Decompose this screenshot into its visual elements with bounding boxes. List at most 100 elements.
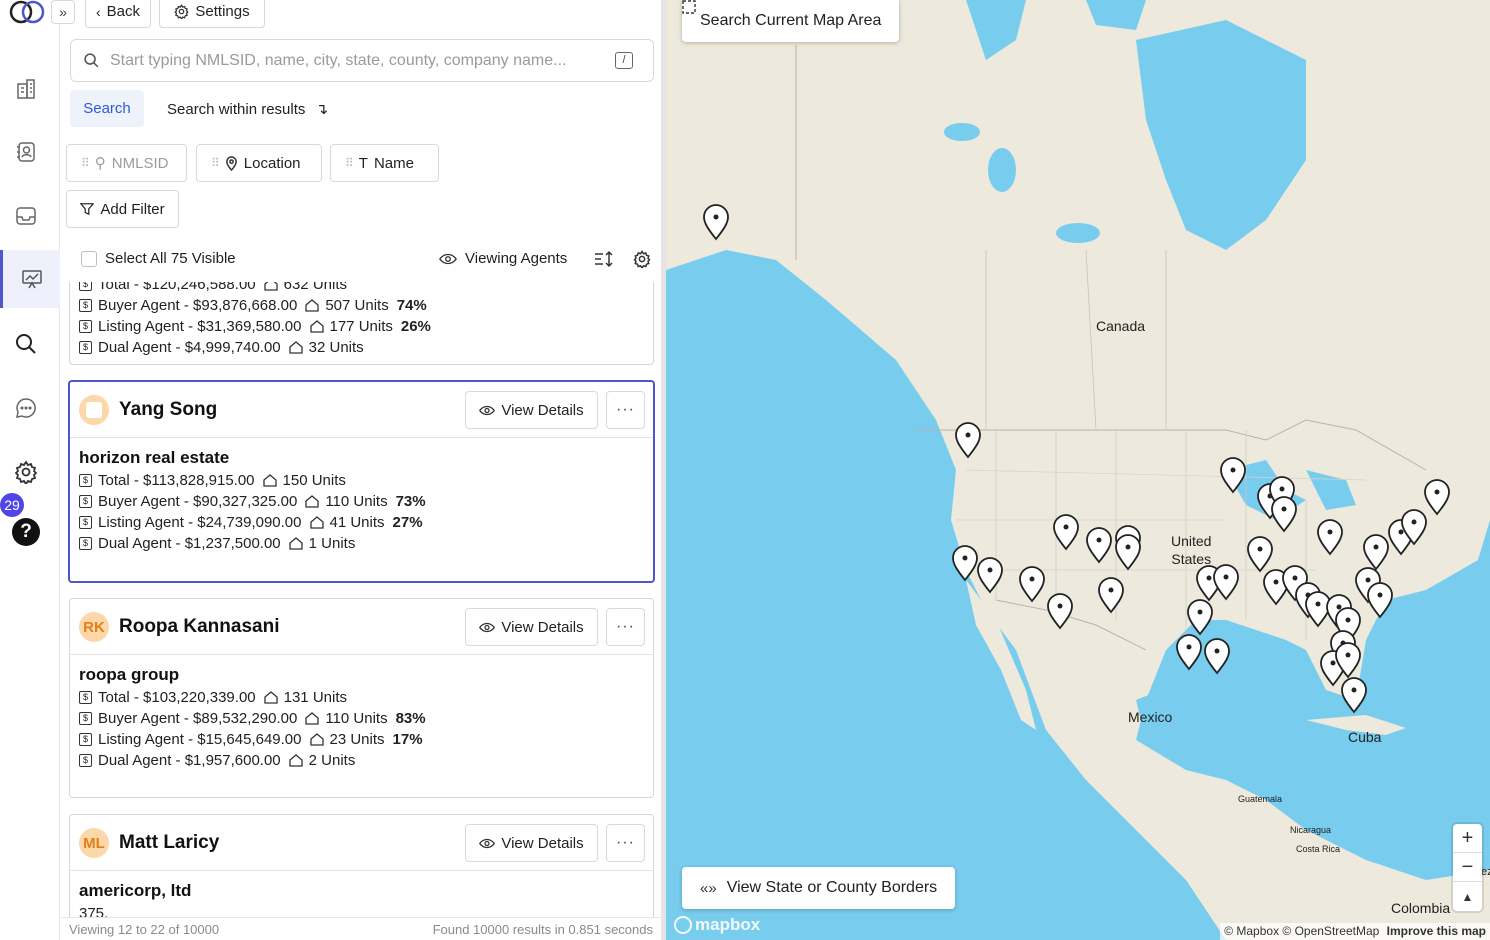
map-label-united-states: United States [1171, 532, 1211, 568]
company-name: americorp, ltd [79, 881, 192, 900]
chevron-left-icon: ‹ [95, 3, 101, 20]
ellipsis-icon: ··· [616, 834, 635, 851]
agent-card-header: RK Roopa Kannasani View Details ··· [70, 599, 653, 655]
view-details-button[interactable]: View Details [465, 608, 598, 646]
chat-icon[interactable] [10, 392, 42, 424]
results-panel: » ‹ Back Settings / Search Search within… [51, 0, 661, 940]
more-options-button[interactable]: ··· [606, 608, 645, 646]
select-all-checkbox[interactable] [81, 250, 97, 267]
filter-chip-name[interactable]: ⠿ T Name [330, 144, 439, 182]
view-details-button[interactable]: View Details [465, 391, 598, 429]
agent-card[interactable]: ML Matt Laricy View Details ··· americor… [69, 814, 654, 917]
stat-label: Dual Agent - $1,237,500.00 [98, 535, 281, 552]
stat-percent: 74% [396, 297, 427, 314]
house-icon [305, 299, 319, 312]
avatar [79, 395, 109, 425]
map-view[interactable]: Search Current Map Area Canada United St… [666, 0, 1490, 940]
house-icon [263, 691, 278, 704]
view-details-button[interactable]: View Details [465, 824, 598, 862]
avatar: RK [79, 612, 109, 642]
settings-button[interactable]: Settings [159, 0, 265, 28]
contacts-icon[interactable] [10, 136, 42, 168]
inbox-icon[interactable] [10, 200, 42, 232]
map-label-colombia: Colombia [1391, 900, 1451, 916]
dollar-icon: $ [79, 712, 92, 725]
more-options-button[interactable]: ··· [606, 824, 645, 862]
search-area-label: Search Current Map Area [700, 12, 882, 29]
search-current-map-area-button[interactable]: Search Current Map Area [682, 0, 900, 42]
agent-name[interactable]: Yang Song [119, 399, 217, 421]
drag-handle-icon[interactable]: ⠿ [81, 156, 90, 170]
analytics-nav-icon[interactable] [0, 250, 60, 308]
agent-card-header: ML Matt Laricy View Details ··· [70, 815, 653, 871]
stat-units: 110 Units [325, 710, 388, 727]
map-label-line: States [1171, 551, 1212, 567]
settings-label: Settings [195, 3, 250, 20]
stat-units: 507 Units [325, 297, 389, 314]
stat-label: Total - $113,828,915.00 [98, 472, 255, 489]
map-label-guatemala: Guatemala [1238, 794, 1283, 804]
search-button[interactable]: Search [70, 90, 144, 127]
corner-arrow-icon: ↴ [315, 101, 329, 118]
view-details-label: View Details [501, 834, 584, 852]
drag-handle-icon[interactable]: ⠿ [211, 156, 220, 170]
double-chevron-right-icon: » [59, 4, 67, 20]
mapbox-logo-text: mapbox [695, 915, 761, 934]
view-borders-button[interactable]: «» View State or County Borders [682, 867, 956, 909]
map-label-cuba: Cuba [1348, 729, 1382, 745]
more-options-button[interactable]: ··· [606, 391, 645, 429]
improve-map-link[interactable]: Improve this map [1387, 924, 1486, 938]
filter-chip-nmlsid[interactable]: ⠿ ⚲ NMLSID [66, 144, 187, 182]
stat-units: 41 Units [329, 514, 385, 531]
zoom-out-button[interactable]: − [1453, 853, 1482, 882]
company-name: horizon real estate [79, 448, 230, 467]
agent-name[interactable]: Matt Laricy [119, 832, 219, 854]
search-field[interactable]: / [70, 39, 654, 82]
filter-chip-label: NMLSID [111, 154, 169, 172]
stat-percent: 83% [395, 710, 426, 727]
agent-card[interactable]: RK Roopa Kannasani View Details ··· roop… [69, 598, 654, 798]
search-nav-icon[interactable] [10, 328, 42, 360]
agent-card[interactable]: $ Total - $120,246,588.00 632 Units $ Buyer… [69, 282, 654, 365]
drag-handle-icon[interactable]: ⠿ [345, 156, 354, 170]
mapbox-logo[interactable]: mapbox [674, 915, 760, 935]
expand-panel-button[interactable]: » [51, 0, 75, 24]
back-button[interactable]: ‹ Back [85, 0, 151, 28]
stat-percent: 17% [392, 731, 423, 748]
buildings-icon[interactable] [10, 73, 42, 105]
view-details-label: View Details [501, 618, 584, 636]
stat-units: 2 Units [308, 752, 356, 769]
select-all-label: Select All 75 Visible [105, 250, 236, 267]
agent-results-list[interactable]: $ Total - $120,246,588.00 632 Units $ Buyer… [61, 282, 661, 917]
add-filter-button[interactable]: Add Filter [66, 190, 179, 228]
sort-icon[interactable] [593, 248, 615, 270]
agent-card-header: Yang Song View Details ··· [70, 382, 653, 438]
select-all-control[interactable]: Select All 75 Visible [81, 250, 236, 267]
double-chevron-icon: «» [700, 879, 717, 897]
search-within-results-button[interactable]: Search within results ↴ [167, 100, 328, 118]
brand-logo[interactable] [9, 0, 47, 24]
list-settings-gear-icon[interactable] [631, 248, 653, 270]
filter-chip-label: Location [243, 154, 301, 172]
notification-badge[interactable]: 29 [0, 493, 24, 517]
compass-button[interactable]: ▲ [1453, 882, 1482, 911]
agent-name[interactable]: Roopa Kannasani [119, 616, 279, 638]
stat-label: Listing Agent - $15,645,649.00 [98, 731, 302, 748]
filter-chip-location[interactable]: ⠿ Location [196, 144, 322, 182]
back-label: Back [106, 3, 141, 20]
viewing-agents-toggle[interactable]: Viewing Agents [439, 250, 567, 267]
settings-nav-icon[interactable] [10, 456, 42, 488]
ellipsis-icon: ··· [616, 401, 635, 418]
search-input[interactable] [110, 51, 610, 70]
eye-icon [439, 253, 457, 264]
stat-line: $ Buyer Agent - $89,532,290.00 110 Units 83… [79, 708, 644, 729]
house-icon [289, 754, 303, 767]
agent-card-selected[interactable]: Yang Song View Details ··· horizon real … [68, 380, 655, 583]
help-button[interactable]: ? [12, 518, 40, 546]
viewing-agents-label: Viewing Agents [465, 250, 568, 267]
attribution-text[interactable]: © Mapbox © OpenStreetMap [1224, 924, 1379, 938]
stat-line: $ Listing Agent - $31,369,580.00 177 Units… [79, 316, 644, 337]
person-search-icon: ⚲ [94, 155, 106, 172]
zoom-in-button[interactable]: + [1453, 824, 1482, 853]
map-label-venezuela-partial: ez [1481, 866, 1490, 878]
